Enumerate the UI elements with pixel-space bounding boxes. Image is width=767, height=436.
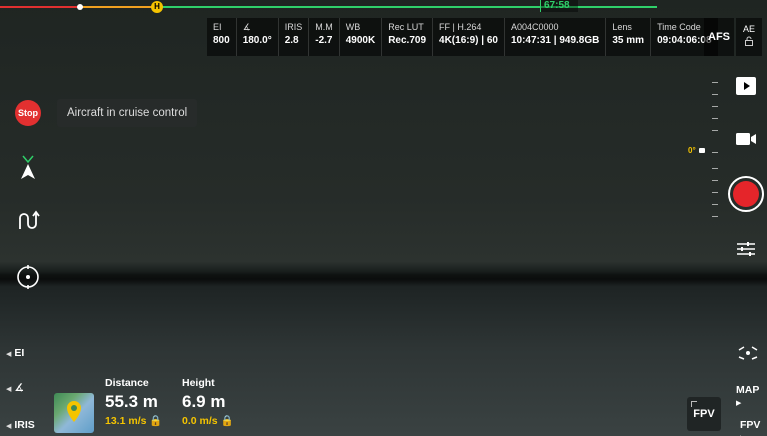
param-iris[interactable]: IRIS 2.8 — [279, 18, 310, 56]
param-metering[interactable]: M.M -2.7 — [309, 18, 340, 56]
horizontal-speed: 13.1 m/s 🔒 — [105, 415, 163, 427]
height-value: 6.9 m — [182, 392, 226, 411]
distance-value: 55.3 m — [105, 392, 158, 411]
playback-icon[interactable] — [735, 75, 757, 97]
param-ei[interactable]: EI 800 — [207, 18, 237, 56]
mini-map[interactable] — [54, 393, 94, 433]
ei-side-button[interactable]: ◀ EI — [6, 347, 24, 359]
iris-side-button[interactable]: ◀ IRIS — [6, 419, 35, 431]
gimbal-tilt-marker — [699, 148, 705, 153]
camera-params-bar[interactable]: EI 800 ∡ 180.0° IRIS 2.8 M.M -2.7 WB 4900K Re… — [207, 18, 718, 56]
ae-lock-button[interactable]: AE — [736, 18, 762, 56]
gimbal-tilt-scale — [704, 78, 718, 228]
distance-telemetry: Distance 55.3 m 13.1 m/s 🔒 — [105, 376, 162, 428]
map-toggle-button[interactable]: MAP ▶ — [736, 384, 767, 408]
distance-label: Distance — [105, 377, 149, 389]
target-locate-icon[interactable] — [14, 263, 42, 291]
video-mode-icon[interactable] — [735, 128, 757, 150]
vertical-speed: 0.0 m/s 🔒 — [182, 415, 234, 427]
param-format[interactable]: FF | H.264 4K(16:9) | 60 — [433, 18, 505, 56]
remaining-flight-time: 67:58 — [540, 0, 578, 12]
param-white-balance[interactable]: WB 4900K — [340, 18, 383, 56]
settings-sliders-icon[interactable] — [735, 238, 757, 260]
param-shutter-angle[interactable]: ∡ 180.0° — [237, 18, 279, 56]
height-telemetry: Height 6.9 m 0.0 m/s 🔒 — [182, 376, 234, 428]
param-lens[interactable]: Lens 35 mm — [606, 18, 652, 56]
battery-bar: H 67:58 — [0, 0, 767, 13]
ae-label: AE — [742, 24, 755, 34]
record-button[interactable] — [728, 176, 764, 212]
home-marker-icon: H — [151, 1, 163, 13]
focus-mode-button[interactable]: AFS — [704, 18, 734, 56]
battery-low-segment — [80, 6, 157, 8]
height-label: Height — [182, 377, 215, 389]
status-toast: Aircraft in cruise control — [57, 99, 198, 127]
battery-ok-segment — [157, 6, 657, 8]
aircraft-position-dot — [77, 4, 83, 10]
gimbal-tilt-label: 0° — [688, 146, 696, 155]
waypoint-route-icon[interactable] — [14, 207, 42, 235]
unlock-icon — [736, 36, 762, 51]
camera-view — [0, 0, 767, 436]
map-pin-icon — [67, 401, 81, 422]
aircraft-view-icon[interactable] — [737, 342, 759, 364]
fpv-view-button[interactable]: FPV — [687, 397, 721, 431]
param-clip-storage[interactable]: A004C0000 10:47:31 | 949.8GB — [505, 18, 607, 56]
stop-button[interactable]: Stop — [15, 100, 41, 126]
shutter-angle-side-button[interactable]: ◀ ∡ — [6, 382, 24, 394]
navigation-arrow-icon[interactable] — [14, 154, 42, 182]
fpv-toggle-button[interactable]: FPV ▶ — [740, 419, 767, 436]
param-rec-lut[interactable]: Rec LUT Rec.709 — [382, 18, 434, 56]
battery-critical-segment — [0, 6, 80, 8]
